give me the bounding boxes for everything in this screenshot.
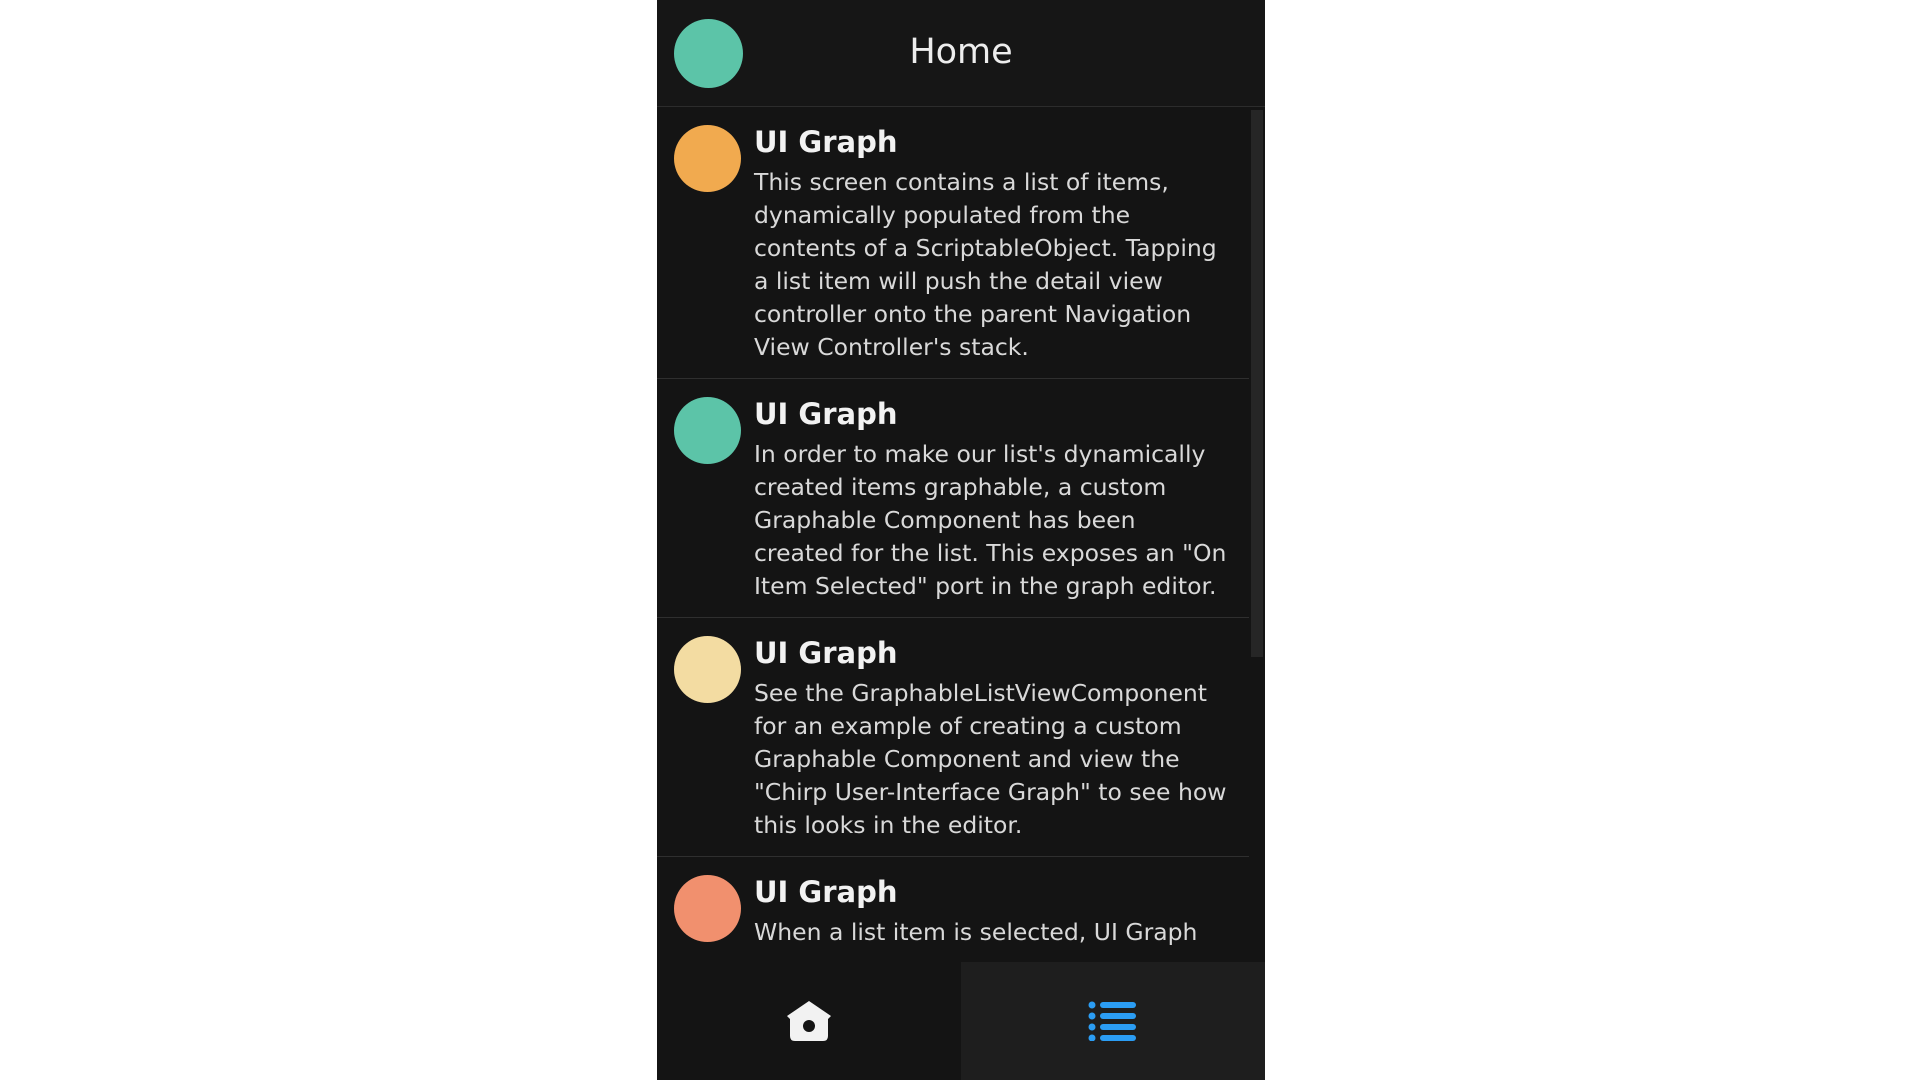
list-item[interactable]: UI Graph In order to make our list's dyn… — [657, 379, 1249, 618]
tab-bar — [657, 962, 1265, 1080]
item-description: This screen contains a list of items, dy… — [754, 168, 1217, 361]
list-item[interactable]: UI Graph This screen contains a list of … — [657, 107, 1249, 379]
item-color-dot — [674, 636, 741, 703]
item-color-dot — [674, 875, 741, 942]
scrollbar[interactable] — [1251, 110, 1263, 657]
item-description: In order to make our list's dynamically … — [754, 440, 1227, 600]
item-title: UI Graph — [754, 875, 898, 909]
page-title: Home — [909, 32, 1013, 72]
item-color-dot — [674, 397, 741, 464]
list-item[interactable]: UI Graph See the GraphableListViewCompon… — [657, 618, 1249, 857]
item-title: UI Graph — [754, 125, 898, 159]
list-icon — [1088, 1001, 1136, 1041]
item-title: UI Graph — [754, 636, 898, 670]
item-description: When a list item is selected, UI Graph — [754, 918, 1198, 946]
item-title: UI Graph — [754, 397, 898, 431]
app-screen: Home UI Graph This screen contains a lis… — [657, 0, 1265, 1080]
navigation-header: Home — [657, 0, 1265, 107]
tab-list[interactable] — [961, 962, 1265, 1080]
list-item[interactable]: UI Graph When a list item is selected, U… — [657, 857, 1249, 962]
item-list[interactable]: UI Graph This screen contains a list of … — [657, 107, 1265, 962]
item-description: See the GraphableListViewComponent for a… — [754, 679, 1227, 839]
birdhouse-icon — [787, 1001, 831, 1041]
item-color-dot — [674, 125, 741, 192]
tab-home[interactable] — [657, 962, 961, 1080]
